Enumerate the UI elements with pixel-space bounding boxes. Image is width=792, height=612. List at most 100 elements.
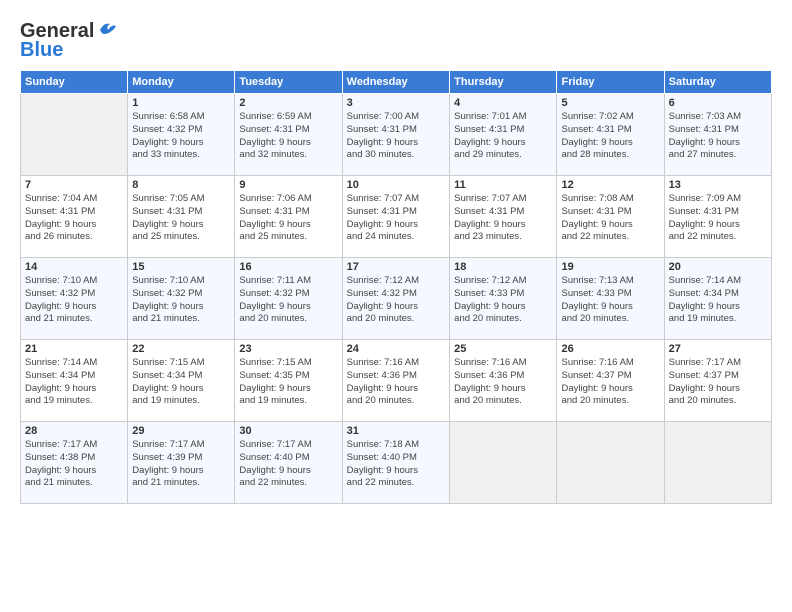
day-number: 10 [347,179,445,191]
calendar-cell: 11 Sunrise: 7:07 AM Sunset: 4:31 PM Dayli… [450,176,557,258]
calendar-cell [557,422,664,504]
calendar-cell: 18 Sunrise: 7:12 AM Sunset: 4:33 PM Dayli… [450,258,557,340]
calendar-cell [21,94,128,176]
calendar-cell: 9 Sunrise: 7:06 AM Sunset: 4:31 PM Daylig… [235,176,342,258]
calendar-cell: 23 Sunrise: 7:15 AM Sunset: 4:35 PM Dayli… [235,340,342,422]
day-number: 22 [132,343,230,355]
calendar-cell: 16 Sunrise: 7:11 AM Sunset: 4:32 PM Dayli… [235,258,342,340]
calendar-cell: 29 Sunrise: 7:17 AM Sunset: 4:39 PM Dayli… [128,422,235,504]
day-info: Sunrise: 7:11 AM Sunset: 4:32 PM Dayligh… [239,275,337,326]
day-number: 26 [561,343,659,355]
day-info: Sunrise: 7:09 AM Sunset: 4:31 PM Dayligh… [669,193,767,244]
day-number: 30 [239,425,337,437]
day-number: 16 [239,261,337,273]
calendar-cell: 2Sunrise: 6:59 AM Sunset: 4:31 PM Daylig… [235,94,342,176]
day-info: Sunrise: 7:06 AM Sunset: 4:31 PM Dayligh… [239,193,337,244]
calendar-cell: 31 Sunrise: 7:18 AM Sunset: 4:40 PM Dayli… [342,422,449,504]
day-number: 24 [347,343,445,355]
day-number: 14 [25,261,123,273]
day-info: Sunrise: 7:07 AM Sunset: 4:31 PM Dayligh… [347,193,445,244]
day-info: Sunrise: 6:59 AM Sunset: 4:31 PM Dayligh… [239,111,337,162]
day-number: 6 [669,97,767,109]
day-info: Sunrise: 7:12 AM Sunset: 4:33 PM Dayligh… [454,275,552,326]
day-number: 31 [347,425,445,437]
logo-bird-icon [96,20,118,40]
day-info: Sunrise: 7:14 AM Sunset: 4:34 PM Dayligh… [669,275,767,326]
calendar-week-row: 28 Sunrise: 7:17 AM Sunset: 4:38 PM Dayli… [21,422,772,504]
calendar-header-row: SundayMondayTuesdayWednesdayThursdayFrid… [21,71,772,94]
calendar-week-row: 7 Sunrise: 7:04 AM Sunset: 4:31 PM Daylig… [21,176,772,258]
day-number: 1 [132,97,230,109]
day-info: Sunrise: 7:04 AM Sunset: 4:31 PM Dayligh… [25,193,123,244]
calendar-cell: 14 Sunrise: 7:10 AM Sunset: 4:32 PM Dayli… [21,258,128,340]
day-info: Sunrise: 7:18 AM Sunset: 4:40 PM Dayligh… [347,439,445,490]
day-number: 15 [132,261,230,273]
day-number: 13 [669,179,767,191]
day-info: Sunrise: 7:17 AM Sunset: 4:38 PM Dayligh… [25,439,123,490]
logo-blue: Blue [20,39,63,62]
calendar-week-row: 1 Sunrise: 6:58 AM Sunset: 4:32 PM Daylig… [21,94,772,176]
day-number: 29 [132,425,230,437]
calendar-header-monday: Monday [128,71,235,94]
day-info: Sunrise: 7:17 AM Sunset: 4:39 PM Dayligh… [132,439,230,490]
day-info: Sunrise: 7:07 AM Sunset: 4:31 PM Dayligh… [454,193,552,244]
day-number: 7 [25,179,123,191]
calendar-cell: 5Sunrise: 7:02 AM Sunset: 4:31 PM Daylig… [557,94,664,176]
day-number: 20 [669,261,767,273]
calendar-cell: 20 Sunrise: 7:14 AM Sunset: 4:34 PM Dayli… [664,258,771,340]
day-number: 21 [25,343,123,355]
day-number: 9 [239,179,337,191]
day-info: Sunrise: 7:10 AM Sunset: 4:32 PM Dayligh… [25,275,123,326]
calendar-cell [450,422,557,504]
calendar-cell: 8Sunrise: 7:05 AM Sunset: 4:31 PM Daylig… [128,176,235,258]
day-number: 3 [347,97,445,109]
calendar-cell: 10 Sunrise: 7:07 AM Sunset: 4:31 PM Dayli… [342,176,449,258]
calendar-week-row: 14 Sunrise: 7:10 AM Sunset: 4:32 PM Dayli… [21,258,772,340]
day-info: Sunrise: 7:15 AM Sunset: 4:35 PM Dayligh… [239,357,337,408]
day-info: Sunrise: 7:02 AM Sunset: 4:31 PM Dayligh… [561,111,659,162]
calendar-cell: 7 Sunrise: 7:04 AM Sunset: 4:31 PM Daylig… [21,176,128,258]
day-info: Sunrise: 7:05 AM Sunset: 4:31 PM Dayligh… [132,193,230,244]
day-number: 12 [561,179,659,191]
calendar-header-thursday: Thursday [450,71,557,94]
day-info: Sunrise: 7:00 AM Sunset: 4:31 PM Dayligh… [347,111,445,162]
calendar-header-tuesday: Tuesday [235,71,342,94]
calendar-cell [664,422,771,504]
calendar-cell: 19 Sunrise: 7:13 AM Sunset: 4:33 PM Dayli… [557,258,664,340]
calendar-cell: 28 Sunrise: 7:17 AM Sunset: 4:38 PM Dayli… [21,422,128,504]
day-number: 23 [239,343,337,355]
calendar-cell: 13 Sunrise: 7:09 AM Sunset: 4:31 PM Dayli… [664,176,771,258]
day-info: Sunrise: 7:12 AM Sunset: 4:32 PM Dayligh… [347,275,445,326]
calendar-header-saturday: Saturday [664,71,771,94]
day-number: 25 [454,343,552,355]
day-info: Sunrise: 7:08 AM Sunset: 4:31 PM Dayligh… [561,193,659,244]
day-number: 28 [25,425,123,437]
calendar-cell: 17 Sunrise: 7:12 AM Sunset: 4:32 PM Dayli… [342,258,449,340]
day-info: Sunrise: 7:10 AM Sunset: 4:32 PM Dayligh… [132,275,230,326]
day-number: 18 [454,261,552,273]
day-info: Sunrise: 7:16 AM Sunset: 4:36 PM Dayligh… [347,357,445,408]
page-header: General Blue [20,20,772,62]
day-info: Sunrise: 7:03 AM Sunset: 4:31 PM Dayligh… [669,111,767,162]
calendar-cell: 25 Sunrise: 7:16 AM Sunset: 4:36 PM Dayli… [450,340,557,422]
day-info: Sunrise: 7:16 AM Sunset: 4:37 PM Dayligh… [561,357,659,408]
calendar-header-wednesday: Wednesday [342,71,449,94]
logo: General Blue [20,20,118,62]
day-info: Sunrise: 6:58 AM Sunset: 4:32 PM Dayligh… [132,111,230,162]
calendar-table: SundayMondayTuesdayWednesdayThursdayFrid… [20,70,772,504]
calendar-cell: 24 Sunrise: 7:16 AM Sunset: 4:36 PM Dayli… [342,340,449,422]
day-info: Sunrise: 7:16 AM Sunset: 4:36 PM Dayligh… [454,357,552,408]
calendar-cell: 4Sunrise: 7:01 AM Sunset: 4:31 PM Daylig… [450,94,557,176]
day-number: 19 [561,261,659,273]
day-number: 17 [347,261,445,273]
calendar-cell: 3 Sunrise: 7:00 AM Sunset: 4:31 PM Daylig… [342,94,449,176]
day-info: Sunrise: 7:13 AM Sunset: 4:33 PM Dayligh… [561,275,659,326]
day-number: 27 [669,343,767,355]
calendar-cell: 22Sunrise: 7:15 AM Sunset: 4:34 PM Dayli… [128,340,235,422]
day-info: Sunrise: 7:17 AM Sunset: 4:40 PM Dayligh… [239,439,337,490]
day-number: 4 [454,97,552,109]
calendar-cell: 21Sunrise: 7:14 AM Sunset: 4:34 PM Dayli… [21,340,128,422]
calendar-cell: 30 Sunrise: 7:17 AM Sunset: 4:40 PM Dayli… [235,422,342,504]
day-number: 11 [454,179,552,191]
calendar-cell: 26 Sunrise: 7:16 AM Sunset: 4:37 PM Dayli… [557,340,664,422]
